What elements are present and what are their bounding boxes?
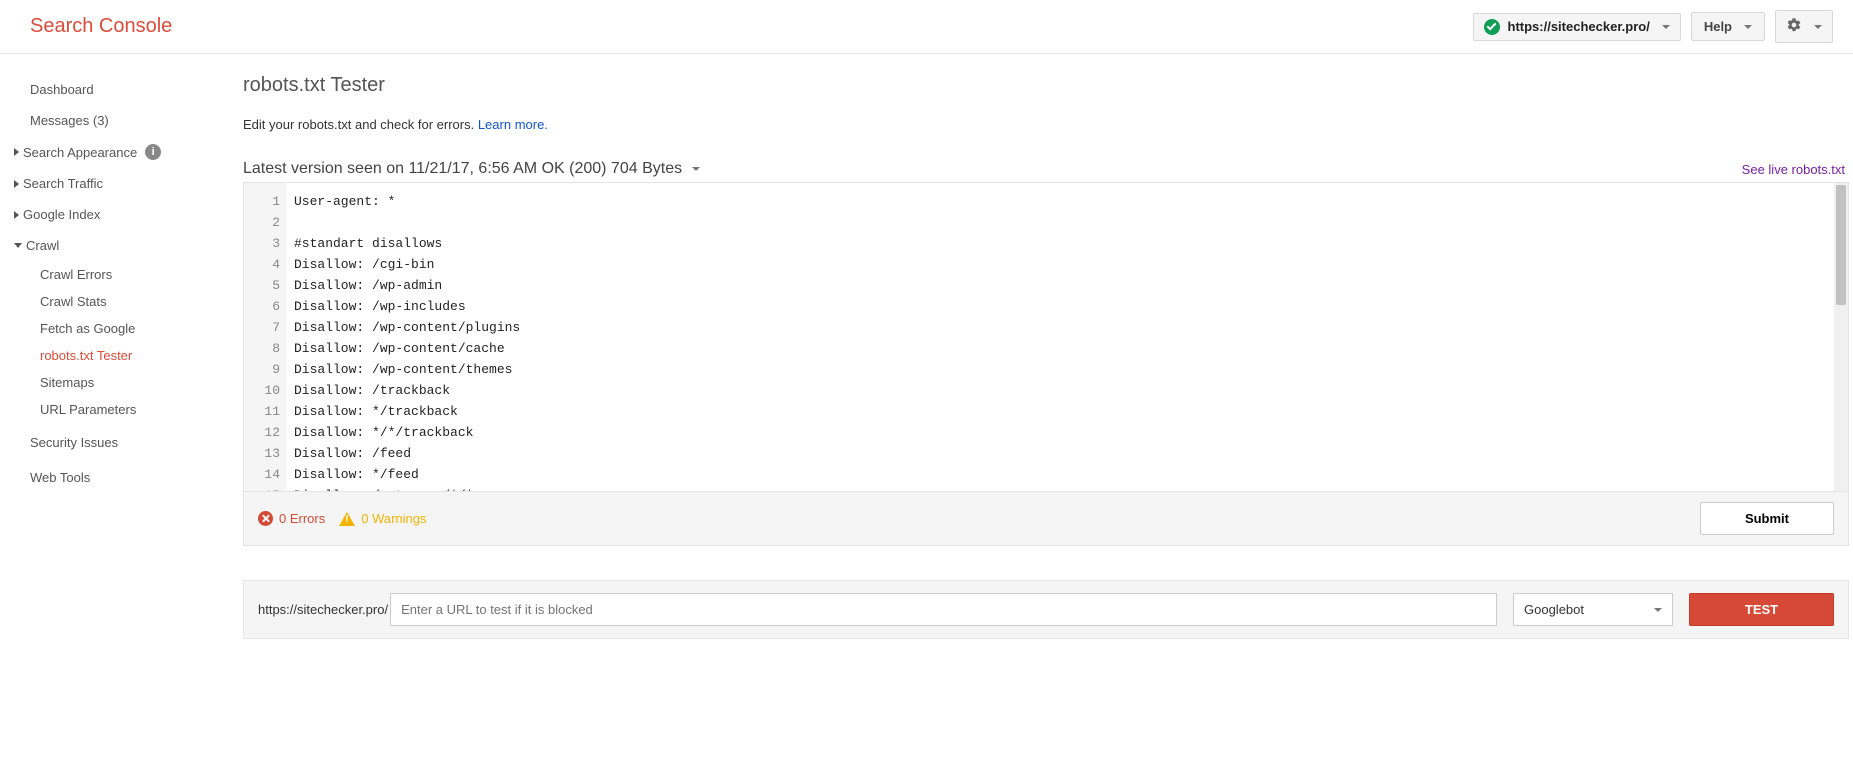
code-line[interactable]: Disallow: /wp-admin bbox=[294, 275, 1848, 296]
caret-down-icon bbox=[692, 167, 700, 171]
code-line[interactable]: Disallow: /wp-content/plugins bbox=[294, 317, 1848, 338]
help-button[interactable]: Help bbox=[1691, 12, 1765, 41]
test-button[interactable]: TEST bbox=[1689, 593, 1834, 626]
code-line[interactable]: Disallow: /feed bbox=[294, 443, 1848, 464]
code-line[interactable]: Disallow: */feed bbox=[294, 464, 1848, 485]
header: Search Console https://sitechecker.pro/ … bbox=[0, 0, 1853, 54]
sidebar-item-messages[interactable]: Messages (3) bbox=[0, 105, 215, 136]
line-number: 15 bbox=[244, 485, 280, 492]
code-line[interactable]: User-agent: * bbox=[294, 191, 1848, 212]
editor-section: Latest version seen on 11/21/17, 6:56 AM… bbox=[243, 160, 1849, 639]
triangle-down-icon bbox=[14, 243, 22, 248]
sidebar-group-search-traffic[interactable]: Search Traffic bbox=[0, 168, 215, 199]
line-number: 1 bbox=[244, 191, 280, 212]
code-line[interactable]: Disallow: /trackback bbox=[294, 380, 1848, 401]
line-number: 11 bbox=[244, 401, 280, 422]
triangle-right-icon bbox=[14, 211, 19, 219]
sidebar-sub-robots-tester[interactable]: robots.txt Tester bbox=[0, 342, 215, 369]
settings-button[interactable] bbox=[1775, 10, 1833, 43]
code-line[interactable]: Disallow: /wp-content/themes bbox=[294, 359, 1848, 380]
error-icon bbox=[258, 511, 273, 526]
test-bar: https://sitechecker.pro/ Googlebot TEST bbox=[243, 580, 1849, 639]
sidebar-sub-url-parameters[interactable]: URL Parameters bbox=[0, 396, 215, 423]
main-content: robots.txt Tester Edit your robots.txt a… bbox=[215, 54, 1853, 659]
code-line[interactable]: Disallow: /category/*/* bbox=[294, 485, 1848, 492]
caret-down-icon bbox=[1744, 25, 1752, 29]
sidebar-label: Google Index bbox=[23, 207, 100, 222]
triangle-right-icon bbox=[14, 180, 19, 188]
code-editor[interactable]: 123456789101112131415 User-agent: *#stan… bbox=[243, 182, 1849, 492]
line-number: 9 bbox=[244, 359, 280, 380]
code-line[interactable]: Disallow: /wp-includes bbox=[294, 296, 1848, 317]
bot-label: Googlebot bbox=[1524, 602, 1584, 617]
code-line[interactable]: Disallow: */*/trackback bbox=[294, 422, 1848, 443]
triangle-right-icon bbox=[14, 148, 19, 156]
line-number: 7 bbox=[244, 317, 280, 338]
line-number: 6 bbox=[244, 296, 280, 317]
url-input[interactable] bbox=[390, 593, 1497, 626]
warnings-count: 0 Warnings bbox=[361, 511, 426, 526]
sidebar-label: Search Appearance bbox=[23, 145, 137, 160]
sidebar-sub-sitemaps[interactable]: Sitemaps bbox=[0, 369, 215, 396]
code-line[interactable] bbox=[294, 212, 1848, 233]
info-icon: i bbox=[145, 144, 161, 160]
caret-down-icon bbox=[1654, 608, 1662, 612]
desc-text: Edit your robots.txt and check for error… bbox=[243, 117, 478, 132]
bot-selector[interactable]: Googlebot bbox=[1513, 593, 1673, 626]
code-line[interactable]: Disallow: /wp-content/cache bbox=[294, 338, 1848, 359]
line-number: 5 bbox=[244, 275, 280, 296]
property-selector[interactable]: https://sitechecker.pro/ bbox=[1473, 13, 1681, 41]
version-text: Latest version seen on 11/21/17, 6:56 AM… bbox=[243, 160, 682, 178]
status-bar: 0 Errors 0 Warnings Submit bbox=[243, 492, 1849, 546]
learn-more-link[interactable]: Learn more. bbox=[478, 117, 548, 132]
sidebar-label: Crawl bbox=[26, 238, 59, 253]
code-line[interactable]: #standart disallows bbox=[294, 233, 1848, 254]
page-title: robots.txt Tester bbox=[243, 74, 1853, 97]
version-dropdown[interactable]: Latest version seen on 11/21/17, 6:56 AM… bbox=[243, 160, 700, 178]
line-number: 10 bbox=[244, 380, 280, 401]
warning-icon bbox=[339, 512, 355, 526]
line-number: 14 bbox=[244, 464, 280, 485]
sidebar-group-google-index[interactable]: Google Index bbox=[0, 199, 215, 230]
line-number: 8 bbox=[244, 338, 280, 359]
url-prefix: https://sitechecker.pro/ bbox=[258, 602, 388, 617]
line-number: 2 bbox=[244, 212, 280, 233]
sidebar-sub-crawl-stats[interactable]: Crawl Stats bbox=[0, 288, 215, 315]
property-url: https://sitechecker.pro/ bbox=[1508, 19, 1650, 34]
sidebar: Dashboard Messages (3) Search Appearance… bbox=[0, 54, 215, 659]
editor-scrollbar[interactable] bbox=[1834, 183, 1848, 491]
sidebar-item-dashboard[interactable]: Dashboard bbox=[0, 74, 215, 105]
code-line[interactable]: Disallow: /cgi-bin bbox=[294, 254, 1848, 275]
brand-title: Search Console bbox=[30, 15, 172, 38]
layout: Dashboard Messages (3) Search Appearance… bbox=[0, 54, 1853, 659]
line-number: 4 bbox=[244, 254, 280, 275]
sidebar-sub-fetch-as-google[interactable]: Fetch as Google bbox=[0, 315, 215, 342]
code-area[interactable]: User-agent: *#standart disallowsDisallow… bbox=[286, 183, 1848, 491]
scrollbar-thumb[interactable] bbox=[1836, 185, 1846, 305]
help-label: Help bbox=[1704, 19, 1732, 34]
sidebar-group-search-appearance[interactable]: Search Appearance i bbox=[0, 136, 215, 168]
line-number: 3 bbox=[244, 233, 280, 254]
line-number: 13 bbox=[244, 443, 280, 464]
page-description: Edit your robots.txt and check for error… bbox=[243, 117, 1853, 132]
line-gutter: 123456789101112131415 bbox=[244, 183, 286, 491]
caret-down-icon bbox=[1662, 25, 1670, 29]
check-icon bbox=[1484, 19, 1500, 35]
header-right: https://sitechecker.pro/ Help bbox=[1473, 10, 1834, 43]
sidebar-group-crawl[interactable]: Crawl bbox=[0, 230, 215, 261]
sidebar-item-security-issues[interactable]: Security Issues bbox=[0, 423, 215, 458]
submit-button[interactable]: Submit bbox=[1700, 502, 1834, 535]
version-row: Latest version seen on 11/21/17, 6:56 AM… bbox=[243, 160, 1849, 178]
caret-down-icon bbox=[1814, 25, 1822, 29]
live-robots-link[interactable]: See live robots.txt bbox=[1742, 162, 1845, 177]
code-line[interactable]: Disallow: */trackback bbox=[294, 401, 1848, 422]
sidebar-sub-crawl-errors[interactable]: Crawl Errors bbox=[0, 261, 215, 288]
status-left: 0 Errors 0 Warnings bbox=[258, 511, 427, 526]
sidebar-item-web-tools[interactable]: Web Tools bbox=[0, 458, 215, 493]
line-number: 12 bbox=[244, 422, 280, 443]
errors-count: 0 Errors bbox=[279, 511, 325, 526]
sidebar-label: Search Traffic bbox=[23, 176, 103, 191]
gear-icon bbox=[1786, 17, 1802, 36]
